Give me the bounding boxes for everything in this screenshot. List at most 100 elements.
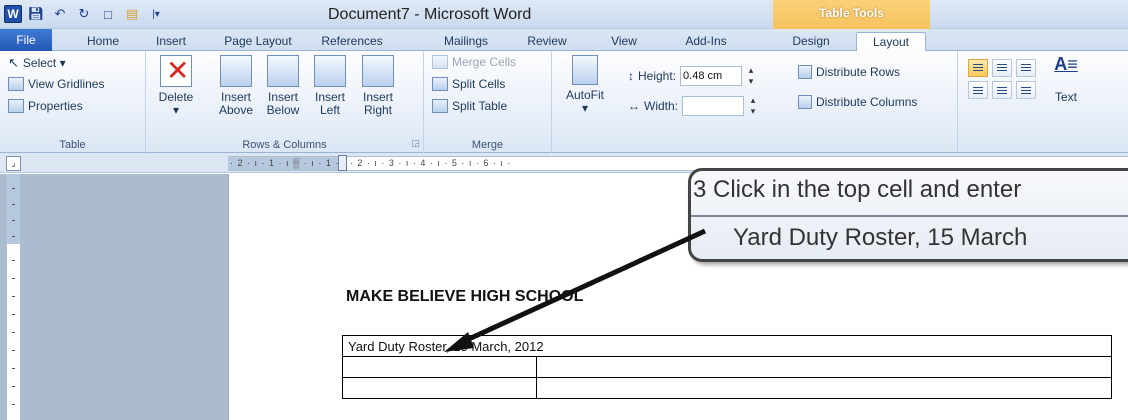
insert-above-button[interactable]: Insert Above <box>216 55 256 117</box>
insert-above-label-2: Above <box>218 103 254 117</box>
text-direction-label: Text <box>1054 90 1077 104</box>
insert-below-label-2: Below <box>266 103 300 117</box>
properties-button[interactable]: Properties <box>8 99 83 113</box>
width-control: ↔ Width: ▴ ▾ <box>628 95 758 117</box>
split-cells-button[interactable]: Split Cells <box>432 77 505 91</box>
text-direction-button[interactable]: A≡ Text <box>1044 55 1088 104</box>
tab-selector[interactable]: ⌟ <box>6 156 21 171</box>
distribute-columns-label: Distribute Columns <box>816 95 918 109</box>
table-cell[interactable]: Yard Duty Roster, 15 March, 2012 <box>342 335 1112 357</box>
group-label-table: Table <box>59 139 86 151</box>
width-input[interactable] <box>682 96 745 116</box>
autofit-icon <box>572 55 598 85</box>
tab-home[interactable]: Home <box>78 32 128 51</box>
ribbon: ↖ Select ▾ View Gridlines Properties Tab… <box>0 51 1128 153</box>
tab-insert[interactable]: Insert <box>146 32 196 51</box>
title-bar: W 💾︎ ↶ ↻ □ ▤ |▾ Document7 - Microsoft Wo… <box>0 0 1128 29</box>
properties-label: Properties <box>28 99 83 113</box>
undo-icon[interactable]: ↶ <box>50 4 70 24</box>
table-row <box>342 377 1112 399</box>
document-table[interactable]: Yard Duty Roster, 15 March, 2012 <box>342 335 1112 399</box>
split-cells-icon <box>432 77 448 91</box>
callout-divider <box>691 215 1128 217</box>
split-table-button[interactable]: Split Table <box>432 99 507 113</box>
indent-marker[interactable] <box>338 155 347 171</box>
new-document-icon[interactable]: □ <box>98 4 118 24</box>
select-button[interactable]: ↖ Select ▾ <box>8 55 66 71</box>
align-top-right-button[interactable] <box>1016 59 1036 77</box>
text-direction-icon: A≡ <box>1054 54 1078 74</box>
insert-left-button[interactable]: Insert Left <box>310 55 350 117</box>
insert-left-label-2: Left <box>319 103 340 117</box>
group-label-rows-columns: Rows & Columns <box>242 139 327 151</box>
height-input[interactable]: 0.48 cm <box>680 66 743 86</box>
table-tools-label: Table Tools <box>819 6 884 20</box>
align-top-left-button[interactable] <box>968 59 988 77</box>
distribute-rows-icon <box>798 65 812 79</box>
distribute-rows-label: Distribute Rows <box>816 65 901 79</box>
vertical-ruler[interactable] <box>6 174 21 420</box>
align-top-center-button[interactable] <box>992 59 1012 77</box>
height-label: Height: <box>638 69 677 83</box>
insert-right-label-2: Right <box>363 103 392 117</box>
merge-cells-button[interactable]: Merge Cells <box>432 55 516 69</box>
tab-references[interactable]: References <box>312 32 392 51</box>
tab-review[interactable]: Review <box>522 32 572 51</box>
insert-above-icon <box>220 55 252 87</box>
view-gridlines-label: View Gridlines <box>28 77 105 91</box>
redo-icon[interactable]: ↻ <box>74 4 94 24</box>
tab-file[interactable]: File <box>0 29 52 51</box>
document-heading[interactable]: MAKE BELIEVE HIGH SCHOOL <box>346 288 583 306</box>
align-center-right-button[interactable] <box>1016 81 1036 99</box>
word-app-icon[interactable]: W <box>4 5 22 23</box>
group-cell-size: AutoFit ▾ ↕ Height: 0.48 cm ▴ ▾ ↔ Width: … <box>552 51 958 153</box>
insert-below-button[interactable]: Insert Below <box>263 55 303 117</box>
tab-page-layout[interactable]: Page Layout <box>218 32 298 51</box>
ruler-numbers: · 2 · ı · 1 · ı ▒ · ı · 1 · ı · 2 · ı · … <box>230 158 512 168</box>
customize-dropdown-icon[interactable]: |▾ <box>146 4 166 24</box>
distribute-rows-button[interactable]: Distribute Rows <box>798 65 900 79</box>
table-cell[interactable] <box>536 356 1112 378</box>
insert-left-icon <box>314 55 346 87</box>
column-width-icon: ↔ <box>628 99 640 113</box>
callout-step-text: 3 Click in the top cell and enter <box>693 176 1022 203</box>
autofit-button[interactable]: AutoFit ▾ <box>562 55 608 115</box>
delete-table-icon: ✕ <box>160 55 192 87</box>
row-height-icon: ↕ <box>628 69 634 83</box>
group-table: ↖ Select ▾ View Gridlines Properties Tab… <box>0 51 146 153</box>
table-cell[interactable] <box>342 377 537 399</box>
table-cell[interactable] <box>342 356 537 378</box>
insert-right-button[interactable]: Insert Right <box>358 55 398 117</box>
align-center-button[interactable] <box>992 81 1012 99</box>
table-cell[interactable] <box>536 377 1112 399</box>
table-row <box>342 356 1112 378</box>
vertical-ruler-margin <box>7 174 20 244</box>
save-icon[interactable]: 💾︎ <box>26 4 46 24</box>
tab-layout[interactable]: Layout <box>856 32 926 51</box>
table-row: Yard Duty Roster, 15 March, 2012 <box>342 335 1112 357</box>
group-merge: Merge Cells Split Cells Split Table Merg… <box>424 51 552 153</box>
height-control: ↕ Height: 0.48 cm ▴ ▾ <box>628 65 756 87</box>
distribute-columns-button[interactable]: Distribute Columns <box>798 95 917 109</box>
chevron-down-icon: ▾ <box>172 103 180 117</box>
select-label: Select ▾ <box>22 56 66 70</box>
insert-right-icon <box>362 55 394 87</box>
tab-mailings[interactable]: Mailings <box>436 32 496 51</box>
cursor-arrow-icon: ↖ <box>8 55 19 70</box>
height-spinner-icon[interactable]: ▴ ▾ <box>746 65 756 87</box>
group-label-merge: Merge <box>471 139 504 151</box>
delete-button[interactable]: ✕ Delete ▾ <box>156 55 196 117</box>
view-gridlines-button[interactable]: View Gridlines <box>8 77 104 91</box>
tab-view[interactable]: View <box>604 32 644 51</box>
width-spinner-icon[interactable]: ▴ ▾ <box>748 95 758 117</box>
align-center-left-button[interactable] <box>968 81 988 99</box>
gridlines-icon <box>8 77 24 91</box>
tab-design[interactable]: Design <box>776 32 846 51</box>
merge-cells-icon <box>432 55 448 69</box>
group-alignment: A≡ Text <box>958 51 1128 153</box>
tab-add-ins[interactable]: Add-Ins <box>676 32 736 51</box>
properties-icon <box>8 99 24 113</box>
open-folder-icon[interactable]: ▤ <box>122 4 142 24</box>
quick-access-toolbar: W 💾︎ ↶ ↻ □ ▤ |▾ <box>4 4 166 24</box>
dialog-launcher-icon[interactable]: ◲ <box>411 138 420 149</box>
